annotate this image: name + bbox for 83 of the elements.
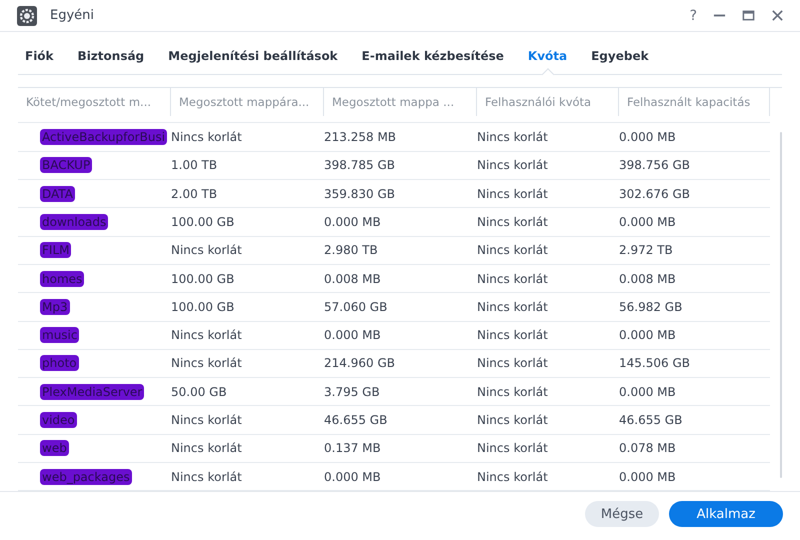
column-header[interactable]: Felhasznált kapacitás (619, 88, 770, 116)
redacted-folder-name: downloads (40, 214, 108, 230)
table-cell-text: 0.000 MB (619, 130, 677, 144)
redacted-folder-name: music (40, 327, 80, 344)
tab[interactable]: Biztonság (70, 49, 152, 74)
table-cell-text: 1.00 TB (171, 158, 218, 172)
table-cell-text: Nincs korlát (477, 158, 549, 172)
table-cell-text: 46.655 GB (619, 413, 684, 428)
table-cell-text: 100.00 GB (171, 272, 236, 286)
table-cell-text: Nincs korlát (477, 130, 549, 144)
table-cell-text: 145.506 GB (619, 356, 691, 370)
redacted-folder-name: video (40, 412, 77, 428)
column-header[interactable]: Megosztott mappára... (171, 88, 324, 116)
table-cell-text: 57.060 GB (324, 300, 388, 314)
table-cell-text: 0.000 MB (324, 470, 382, 484)
table-cell-text: 0.000 MB (324, 214, 382, 229)
table-cell-text: Nincs korlát (477, 272, 549, 286)
table-cell-text: 0.000 MB (324, 328, 382, 342)
tab[interactable]: Megjelenítési beállítások (161, 49, 345, 74)
table-cell-text: 56.982 GB (619, 300, 684, 314)
table-cell-text: 398.785 GB (324, 158, 396, 172)
redacted-folder-name: BACKUP (40, 157, 92, 174)
table-cell-text: Nincs korlát (171, 243, 243, 258)
table-cell-text: 0.000 MB (619, 384, 677, 399)
table-cell-text: Nincs korlát (171, 130, 243, 144)
maximize-icon[interactable] (742, 9, 755, 22)
tab[interactable]: E-mailek kézbesítése (354, 49, 511, 74)
tab[interactable]: Fiók (18, 49, 61, 74)
table-cell-text: 46.655 GB (324, 413, 388, 428)
redacted-folder-name: DATA (40, 186, 75, 202)
table-cell-text: Nincs korlát (171, 356, 243, 370)
table-cell-text: 0.008 MB (619, 272, 677, 286)
column-header[interactable]: Kötet/megosztott m... (18, 88, 171, 116)
tab[interactable]: Egyebek (584, 49, 656, 74)
table-cell-text: Nincs korlát (477, 243, 549, 258)
app-icon (17, 6, 37, 26)
table-cell-text: Nincs korlát (477, 300, 549, 314)
table-cell-text: 0.000 MB (619, 470, 677, 484)
help-button[interactable]: ? (690, 8, 697, 24)
close-icon[interactable] (771, 9, 784, 22)
table-cell-text: 0.137 MB (324, 441, 382, 456)
table-cell-text: 213.258 MB (324, 130, 398, 144)
table-cell-text: 2.972 TB (619, 243, 674, 258)
redacted-folder-name: PlexMediaServer (40, 384, 144, 400)
table-cell-text: 0.000 MB (619, 328, 677, 342)
redacted-folder-name: photo (40, 355, 79, 372)
redacted-folder-name: ActiveBackupforBusi (40, 129, 168, 146)
window-title: Egyéni (50, 8, 94, 24)
table-cell-text: 359.830 GB (324, 186, 396, 201)
table-cell-text: 2.980 TB (324, 243, 379, 258)
table-cell-text: 0.008 MB (324, 272, 382, 286)
table-cell-text: Nincs korlát (477, 186, 549, 201)
table-cell-text: Nincs korlát (171, 441, 243, 456)
column-header[interactable]: Felhasználói kvóta (477, 88, 619, 116)
table-cell-text: 100.00 GB (171, 214, 236, 229)
table-cell-text: 398.756 GB (619, 158, 691, 172)
table-cell-text: Nincs korlát (477, 384, 549, 399)
table-cell-text: 214.960 GB (324, 356, 396, 370)
table-cell-text: Nincs korlát (477, 328, 549, 342)
table-cell-text: 0.078 MB (619, 441, 677, 456)
table-cell-text: Nincs korlát (171, 413, 243, 428)
table-cell-text: Nincs korlát (171, 328, 243, 342)
table-cell-text: Nincs korlát (477, 441, 549, 456)
column-header[interactable]: Megosztott mappa ... (324, 88, 477, 116)
scrollbar[interactable] (780, 132, 782, 478)
table-cell-text: 302.676 GB (619, 186, 691, 201)
table-cell-text: Nincs korlát (171, 470, 243, 484)
table-cell-text: 0.000 MB (619, 214, 677, 229)
cancel-button[interactable]: Mégse (585, 501, 659, 528)
redacted-folder-name: FILM (40, 242, 72, 258)
redacted-folder-name: web_packages (40, 468, 132, 485)
table-cell-text: Nincs korlát (477, 470, 549, 484)
redacted-folder-name: web (40, 440, 69, 456)
table-cell-text: Nincs korlát (477, 214, 549, 229)
table-cell-text: Nincs korlát (477, 356, 549, 370)
redacted-folder-name: homes (40, 270, 84, 287)
table-cell-text: 100.00 GB (171, 300, 236, 314)
table-cell-text: Nincs korlát (477, 413, 549, 428)
apply-button[interactable]: Alkalmaz (669, 501, 783, 528)
table-cell-text: 2.00 TB (171, 186, 218, 201)
table-cell-text: 50.00 GB (171, 384, 228, 399)
redacted-folder-name: Mp3 (40, 298, 70, 315)
table-cell-text: 3.795 GB (324, 384, 381, 399)
